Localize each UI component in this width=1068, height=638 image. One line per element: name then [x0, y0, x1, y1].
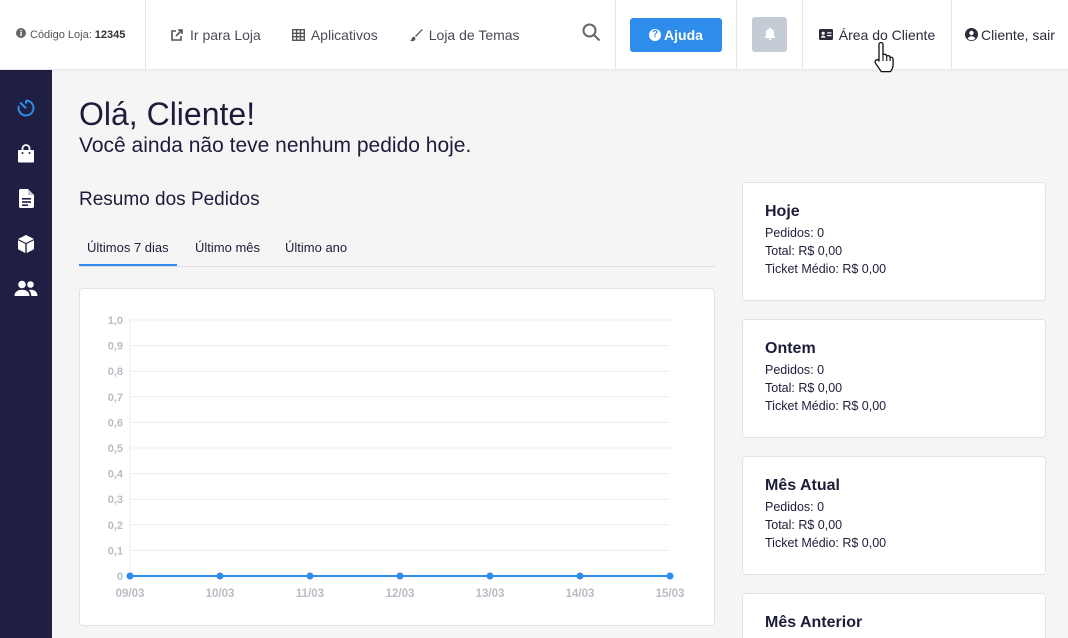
- data-point: [216, 572, 224, 580]
- stat-ticket: Ticket Médio: R$ 0,00: [765, 262, 887, 276]
- stat-total: Total: R$ 0,00: [765, 244, 843, 258]
- store-code-value: 12345: [94, 28, 126, 41]
- y-tick-label: 0,2: [108, 520, 123, 532]
- stat-orders: Pedidos: 0: [765, 500, 825, 514]
- help-button[interactable]: ? Ajuda: [630, 17, 722, 52]
- notifications-cell: [737, 0, 803, 69]
- sidebar: [0, 70, 52, 638]
- greeting-subtitle: Você ainda não teve nenhum pedido hoje.: [79, 134, 472, 157]
- themes-link[interactable]: Loja de Temas: [409, 27, 520, 43]
- store-code-label: Código Loja:: [30, 28, 92, 41]
- stat-orders: Pedidos: 0: [765, 363, 825, 377]
- data-point: [666, 572, 674, 580]
- stat-card-yesterday: Ontem Pedidos: 0 Total: R$ 0,00 Ticket M…: [742, 319, 1046, 438]
- y-tick-label: 0,6: [108, 417, 123, 429]
- x-tick-label: 14/03: [566, 588, 595, 600]
- stat-orders: Pedidos: 0: [765, 226, 825, 240]
- y-tick-label: 0,3: [108, 494, 123, 506]
- external-link-icon: [170, 28, 184, 42]
- top-bar: Código Loja: 12345 Ir para Loja Aplicati…: [0, 0, 1068, 70]
- stat-title: Mês Atual: [765, 477, 840, 494]
- stat-title: Hoje: [765, 203, 800, 220]
- top-links: Ir para Loja Aplicativos Loja de Temas: [146, 0, 616, 69]
- stat-title: Mês Anterior: [765, 614, 863, 631]
- apps-link[interactable]: Aplicativos: [291, 27, 378, 43]
- x-tick-label: 10/03: [206, 588, 235, 600]
- sidebar-item-dashboard[interactable]: [0, 95, 52, 125]
- stat-total: Total: R$ 0,00: [765, 381, 843, 395]
- x-tick-label: 11/03: [296, 588, 324, 600]
- tab-last-year[interactable]: Último ano: [285, 240, 347, 255]
- y-tick-label: 0,9: [108, 341, 123, 353]
- data-point: [576, 572, 584, 580]
- shopping-bag-icon: [17, 144, 35, 168]
- id-card-icon: [818, 29, 833, 40]
- brush-icon: [409, 28, 423, 42]
- tab-last-month[interactable]: Último mês: [195, 240, 260, 255]
- grid-icon: [291, 28, 305, 41]
- main-content: Olá, Cliente! Você ainda não teve nenhum…: [52, 70, 1068, 638]
- info-icon: [16, 28, 26, 41]
- users-icon: [14, 280, 38, 302]
- sidebar-item-documents[interactable]: [0, 186, 52, 216]
- orders-chart: 0 0,1 0,2 0,3 0,4 0,5 0,6 0,7 0,8 0,9 1,0 09/03 10/0…: [79, 288, 715, 626]
- stat-card-current-month: Mês Atual Pedidos: 0 Total: R$ 0,00 Tick…: [742, 456, 1046, 575]
- bell-icon: [764, 27, 776, 43]
- logout-button[interactable]: Cliente, sair: [952, 0, 1068, 69]
- store-code: Código Loja: 12345: [0, 0, 146, 69]
- y-tick-label: 0,4: [108, 469, 124, 481]
- orders-summary-title: Resumo dos Pedidos: [79, 189, 260, 210]
- x-tick-label: 12/03: [386, 588, 415, 600]
- box-icon: [16, 234, 36, 259]
- notifications-button[interactable]: [752, 17, 787, 52]
- data-point: [306, 572, 314, 580]
- dashboard-timer-icon: [16, 98, 36, 123]
- x-tick-label: 15/03: [656, 588, 685, 600]
- sidebar-item-customers[interactable]: [0, 276, 52, 306]
- orders-line-chart: 0 0,1 0,2 0,3 0,4 0,5 0,6 0,7 0,8 0,9 1,0 09/03 10/0…: [108, 315, 685, 600]
- data-point: [126, 572, 134, 580]
- question-icon: ?: [649, 28, 662, 41]
- stat-ticket: Ticket Médio: R$ 0,00: [765, 399, 887, 413]
- document-icon: [18, 189, 34, 213]
- y-tick-label: 1,0: [108, 315, 123, 327]
- sidebar-item-orders[interactable]: [0, 141, 52, 171]
- tab-last-7-days[interactable]: Últimos 7 dias: [79, 240, 177, 266]
- y-tick-label: 0,1: [108, 545, 123, 557]
- user-circle-icon: [965, 28, 979, 41]
- sidebar-item-products[interactable]: [0, 231, 52, 261]
- help-cell: ? Ajuda: [616, 0, 737, 69]
- y-tick-label: 0: [117, 571, 123, 583]
- stat-card-today: Hoje Pedidos: 0 Total: R$ 0,00 Ticket Mé…: [742, 182, 1046, 301]
- data-point: [396, 572, 404, 580]
- go-to-store-link[interactable]: Ir para Loja: [170, 27, 261, 43]
- stat-ticket: Ticket Médio: R$ 0,00: [765, 536, 887, 550]
- x-tick-label: 09/03: [116, 588, 145, 600]
- hand-cursor-icon: [872, 41, 898, 79]
- data-point: [486, 572, 494, 580]
- stat-total: Total: R$ 0,00: [765, 518, 843, 532]
- x-tick-label: 13/03: [476, 588, 505, 600]
- greeting-title: Olá, Cliente!: [79, 96, 256, 132]
- y-tick-label: 0,5: [108, 443, 123, 455]
- y-tick-label: 0,8: [108, 366, 123, 378]
- search-icon[interactable]: [582, 23, 601, 45]
- y-tick-label: 0,7: [108, 392, 123, 404]
- stat-card-previous-month: Mês Anterior: [742, 593, 1046, 638]
- stat-title: Ontem: [765, 340, 816, 357]
- period-tabs: Últimos 7 dias Último mês Último ano: [79, 236, 715, 267]
